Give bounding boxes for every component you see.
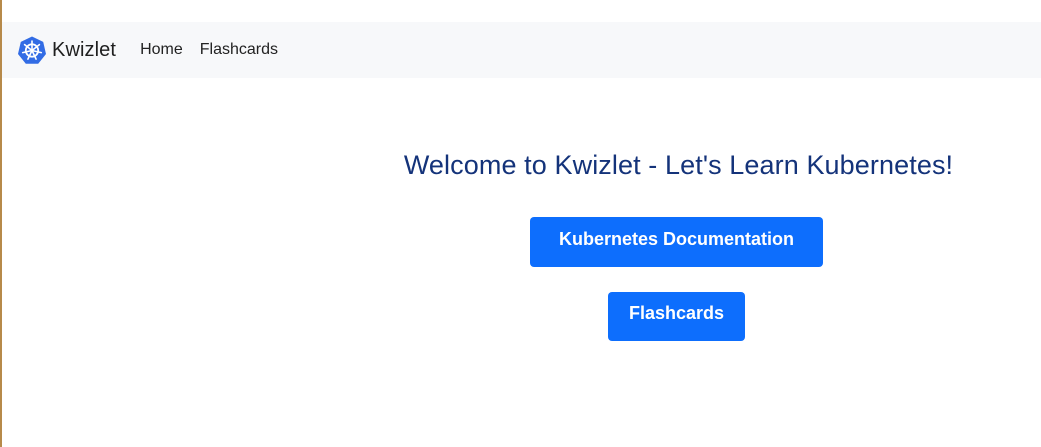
nav-link-home[interactable]: Home (140, 41, 183, 59)
brand-link[interactable]: Kwizlet (17, 35, 116, 65)
kubernetes-documentation-button[interactable]: Kubernetes Documentation (530, 217, 823, 267)
navbar: Kwizlet Home Flashcards (2, 22, 1041, 78)
nav-link-flashcards[interactable]: Flashcards (200, 41, 278, 59)
page-title: Welcome to Kwizlet - Let's Learn Kuberne… (403, 150, 954, 180)
brand-name: Kwizlet (52, 38, 117, 61)
kubernetes-helm-icon (17, 35, 47, 65)
page: Kwizlet Home Flashcards Welcome to Kwizl… (0, 0, 1041, 447)
nav-links: Home Flashcards (140, 41, 295, 59)
flashcards-button[interactable]: Flashcards (608, 292, 745, 341)
